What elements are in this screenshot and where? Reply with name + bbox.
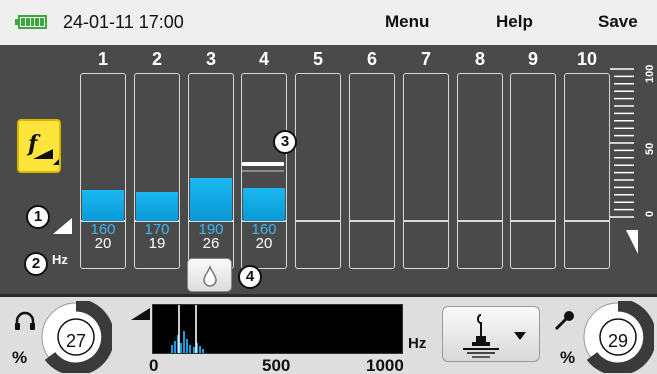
channel-bar-9[interactable] [510, 73, 556, 269]
channel-number-1: 1 [97, 49, 108, 69]
channel-number-3: 3 [205, 49, 216, 69]
channel-panel: 1 160 20 2 170 19 3 190 26 4 160 20 5 6 7 8 9 10 f Hz 100… [0, 45, 657, 294]
battery-full-icon [15, 15, 47, 29]
channel-bar-8[interactable] [457, 73, 503, 269]
channel-number-8: 8 [474, 49, 485, 69]
channel-bar-7[interactable] [403, 73, 449, 269]
channel-number-4: 4 [258, 49, 269, 69]
chevron-down-icon [514, 332, 526, 340]
spectrum-display [152, 304, 403, 354]
spectrum-axis-max: 1000 [366, 356, 404, 374]
channel-level-fill [243, 188, 285, 221]
spectrum-axis-mid: 500 [262, 356, 291, 374]
callout-4: 4 [238, 265, 262, 289]
channel-number-6: 6 [366, 49, 377, 69]
drop-button[interactable] [187, 258, 232, 292]
channel-bar-1[interactable]: 160 20 [80, 73, 126, 269]
channel-level-fill [190, 178, 232, 221]
channel-gain: 19 [148, 235, 166, 252]
spectrum-axis-min: 0 [149, 356, 159, 374]
channel-number-2: 2 [151, 49, 162, 69]
callout-1: 1 [26, 205, 50, 229]
transducer-select[interactable] [442, 306, 540, 362]
scale-label-mid: 50 [644, 142, 656, 155]
channel-number-9: 9 [527, 49, 538, 69]
marker-shadow [242, 170, 284, 172]
slope-triangle-icon [53, 218, 72, 234]
help-button[interactable]: Help [496, 12, 533, 32]
channel-number-5: 5 [312, 49, 323, 69]
marker-line[interactable] [242, 162, 284, 166]
microphone-icon [554, 311, 574, 331]
scale-label-bottom: 0 [644, 210, 656, 217]
channel-gain: 20 [255, 235, 273, 252]
channel-divider [296, 220, 340, 222]
scale-label-top: 100 [644, 64, 656, 83]
channel-number-10: 10 [576, 49, 598, 69]
channel-gain: 26 [202, 235, 220, 252]
callout-2: 2 [24, 252, 48, 276]
channel-bar-2[interactable]: 170 19 [134, 73, 180, 269]
right-gauge-unit: % [560, 348, 576, 367]
level-scale [610, 68, 634, 218]
channel-divider [404, 220, 448, 222]
filter-slope-button[interactable]: f [17, 119, 61, 173]
menu-button[interactable]: Menu [385, 12, 429, 32]
datetime: 24-01-11 17:00 [63, 12, 184, 32]
spectrum-slope-icon [131, 308, 150, 320]
spectrum-bars [171, 305, 204, 353]
channel-level-fill [82, 190, 124, 221]
channel-divider [458, 220, 502, 222]
spectrum-unit: Hz [408, 335, 427, 352]
right-gauge-value: 29 [607, 331, 629, 351]
channel-divider [511, 220, 555, 222]
callout-3: 3 [273, 130, 297, 154]
channel-gain: 20 [94, 235, 112, 252]
save-button[interactable]: Save [598, 12, 638, 32]
slope-icon [33, 149, 59, 165]
channel-divider [565, 220, 609, 222]
channel-level-fill [136, 192, 178, 221]
channel-number-7: 7 [420, 49, 431, 69]
channel-bar-6[interactable] [349, 73, 395, 269]
top-bar: 24-01-11 17:00 Menu Help Save [0, 0, 657, 45]
channel-bar-5[interactable] [295, 73, 341, 269]
slope-down-icon [626, 230, 638, 254]
left-gauge-value: 27 [65, 331, 87, 351]
channel-bar-10[interactable] [564, 73, 610, 269]
headphones-icon [15, 311, 35, 330]
channel-divider [350, 220, 394, 222]
hz-label: Hz [52, 252, 68, 267]
drop-icon [203, 264, 217, 287]
channel-bar-3[interactable]: 190 26 [188, 73, 234, 269]
left-gauge-unit: % [12, 348, 28, 367]
